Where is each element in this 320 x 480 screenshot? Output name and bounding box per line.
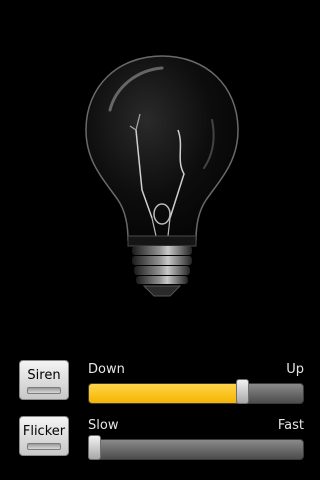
flicker-button[interactable]: Flicker [19,416,69,456]
flicker-indicator [27,443,61,450]
siren-indicator [27,387,61,394]
volume-slider[interactable] [88,379,304,406]
flicker-button-label: Flicker [22,424,66,439]
speed-slider[interactable] [88,435,304,462]
light-bulb-icon[interactable] [80,50,244,302]
speed-slider-track[interactable] [88,439,304,460]
volume-slider-thumb[interactable] [236,379,250,404]
speed-slider-thumb[interactable] [88,435,101,460]
volume-min-label: Down [88,362,125,377]
siren-button[interactable]: Siren [19,360,69,400]
volume-slider-track[interactable] [88,383,304,404]
siren-button-label: Siren [27,368,61,383]
volume-slider-fill [89,384,244,403]
speed-min-label: Slow [88,418,119,433]
speed-max-label: Fast [277,418,304,433]
volume-max-label: Up [286,362,304,377]
